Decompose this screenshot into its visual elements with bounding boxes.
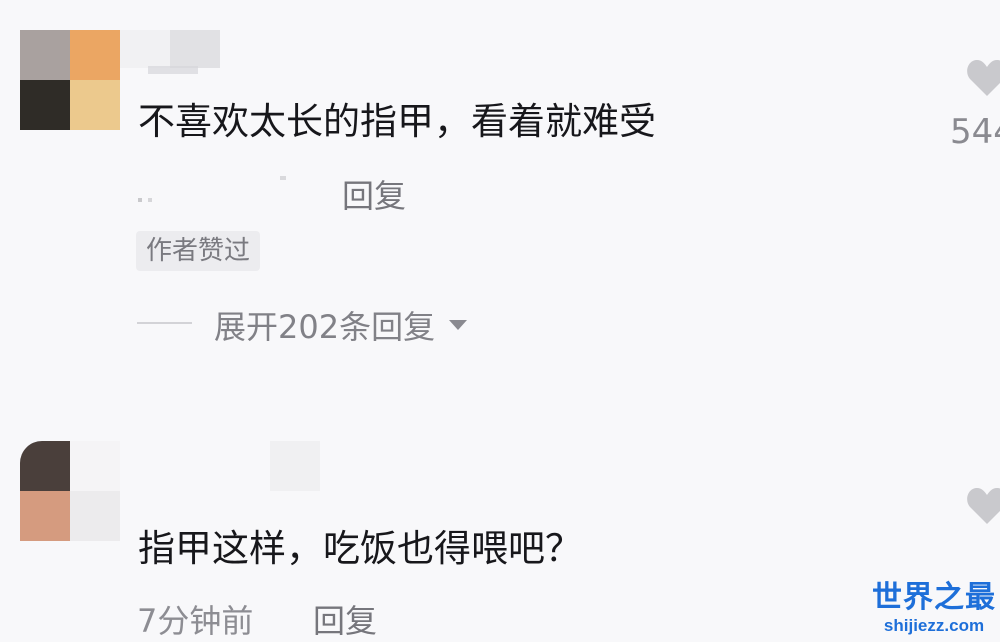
time-blurred	[148, 198, 152, 202]
comment-time: 7分钟前	[137, 602, 254, 640]
reply-button[interactable]: 回复	[342, 171, 406, 217]
heart-icon	[967, 488, 1000, 524]
avatar-pixel	[20, 441, 70, 491]
avatar-pixel	[70, 441, 120, 491]
like-button[interactable]	[966, 486, 1000, 534]
expand-replies-label: 展开202条回复	[214, 308, 436, 346]
divider-line	[137, 322, 192, 324]
avatar-pixel	[70, 80, 120, 130]
comment-text: 不喜欢太长的指甲，看着就难受	[138, 100, 656, 143]
avatar-pixel	[20, 491, 70, 541]
avatar-pixel	[70, 30, 120, 80]
triangle-down-icon	[449, 320, 468, 330]
expand-replies-button[interactable]: 展开202条回复	[214, 302, 469, 348]
watermark-url: shijiezz.com	[883, 616, 985, 635]
time-blurred	[138, 198, 142, 202]
like-count: 544	[950, 112, 1000, 152]
heart-icon	[967, 60, 1000, 96]
avatar-pixel	[70, 491, 120, 541]
watermark-logo-text: 世界之最	[872, 580, 996, 615]
username-pixel	[148, 66, 198, 74]
author-liked-badge: 作者赞过	[136, 231, 261, 271]
avatar-pixel	[20, 80, 70, 130]
username-pixel	[120, 30, 170, 68]
username-pixel	[270, 441, 320, 491]
avatar-pixel	[20, 30, 70, 80]
username-pixel	[170, 30, 220, 68]
like-button[interactable]	[966, 58, 1000, 106]
time-blurred	[280, 176, 286, 180]
comment-text: 指甲这样，吃饭也得喂吧？	[138, 527, 582, 570]
watermark: 世界之最 shijiezz.com	[872, 572, 996, 636]
reply-button[interactable]: 回复	[313, 596, 377, 642]
